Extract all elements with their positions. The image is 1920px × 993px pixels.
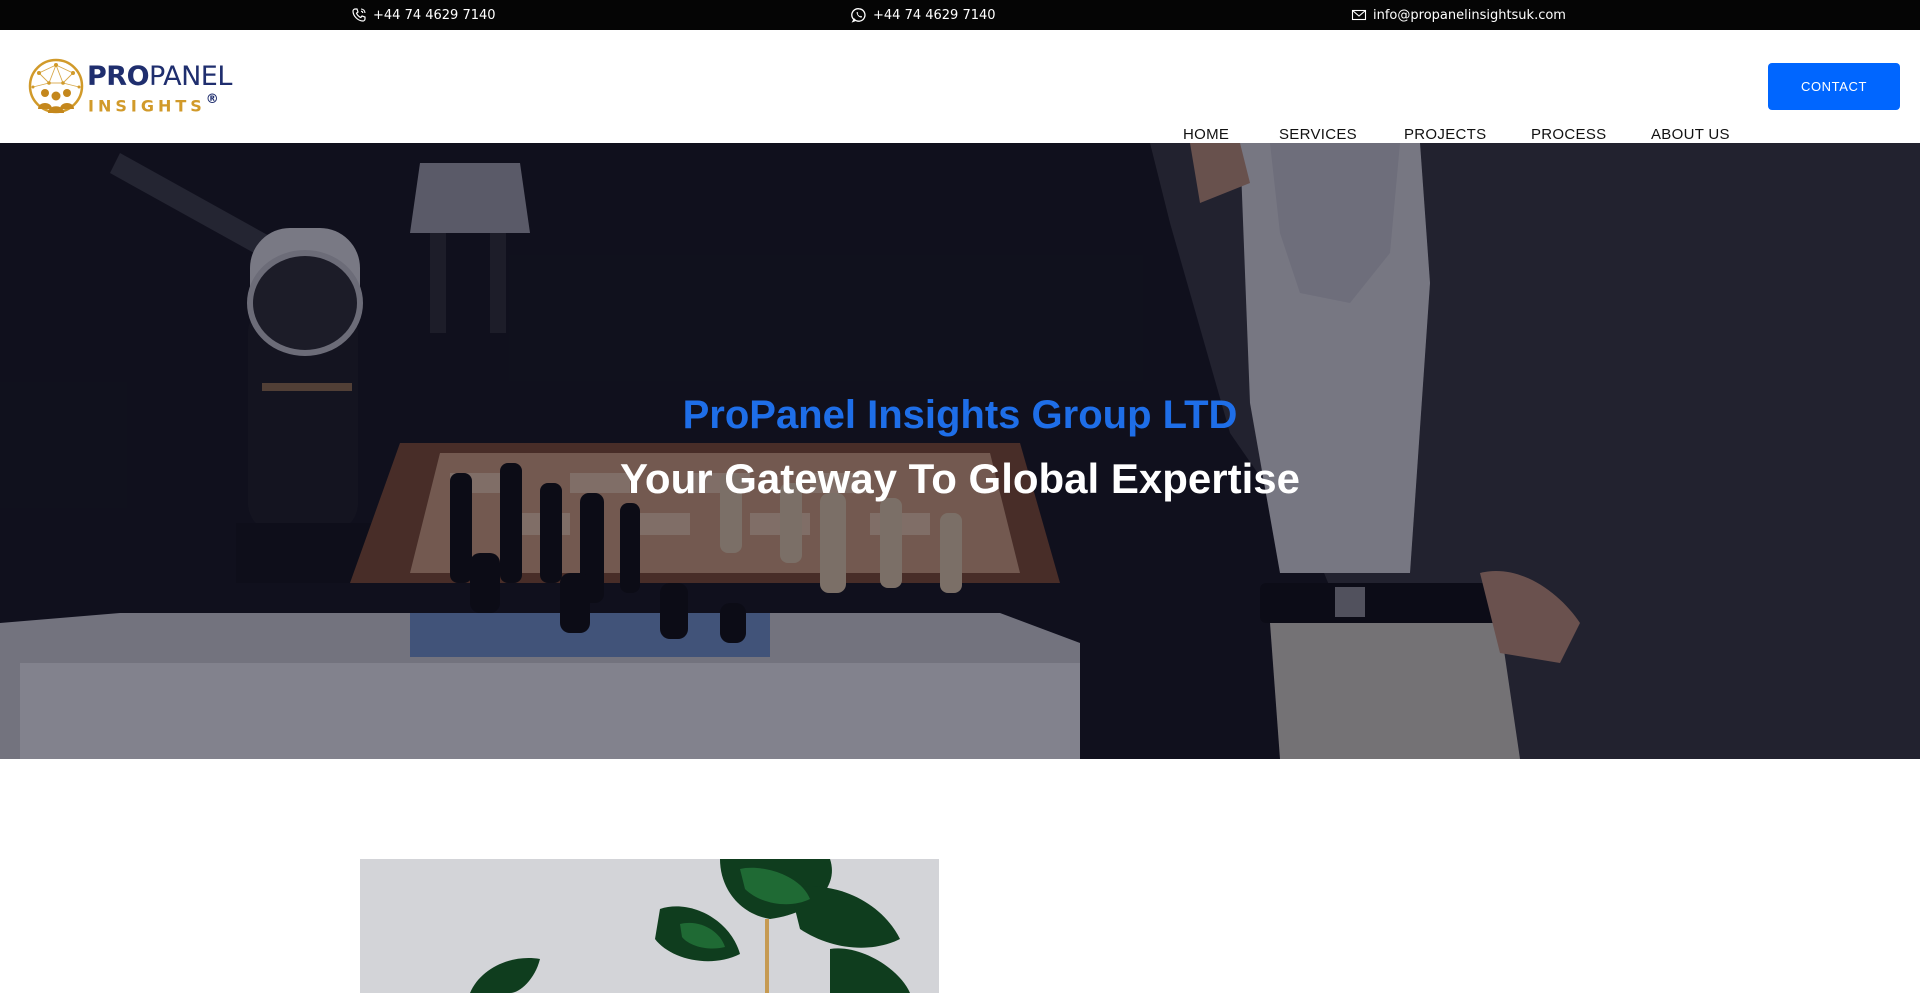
topbar-whatsapp[interactable]: +44 74 4629 7140 (851, 0, 996, 30)
contact-button[interactable]: CONTACT (1768, 63, 1900, 110)
whatsapp-icon (851, 7, 867, 23)
hero-title: ProPanel Insights Group LTD (682, 393, 1238, 437)
topbar-email-text: info@propanelinsightsuk.com (1373, 7, 1566, 23)
topbar-phone-text: +44 74 4629 7140 (373, 7, 496, 23)
topbar-email[interactable]: info@propanelinsightsuk.com (1351, 0, 1566, 30)
topbar-whatsapp-text: +44 74 4629 7140 (873, 7, 996, 23)
top-contact-bar: +44 74 4629 7140 +44 74 4629 7140 info@p… (0, 0, 1920, 30)
logo-wordmark: PROPANEL (87, 61, 232, 92)
site-header: PROPANEL INSIGHTS® HOME SERVICES PROJECT… (0, 30, 1920, 143)
plant-image (360, 859, 939, 993)
phone-icon (351, 7, 367, 23)
hero-subtitle: Your Gateway To Global Expertise (620, 455, 1300, 502)
mail-icon (1351, 7, 1367, 23)
hero-dark-overlay (0, 143, 1920, 759)
hero-banner: ProPanel Insights Group LTD Your Gateway… (0, 143, 1920, 759)
globe-people-logo-icon (28, 58, 84, 114)
topbar-phone[interactable]: +44 74 4629 7140 (351, 0, 496, 30)
logo-subtitle: INSIGHTS® (88, 92, 219, 116)
propanel-logo[interactable]: PROPANEL INSIGHTS® (27, 57, 247, 119)
